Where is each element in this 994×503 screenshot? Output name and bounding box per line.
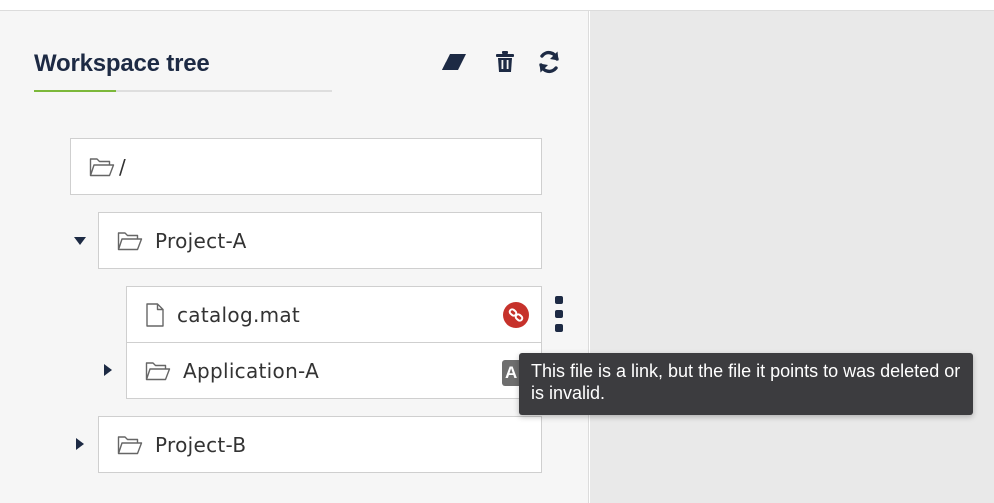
content-area [590,11,994,503]
broken-link-tooltip: This file is a link, but the file it poi… [519,353,973,415]
tree-node-root[interactable]: / [70,138,542,195]
tree-node-label: catalog.mat [177,302,301,327]
tree-node-project-a[interactable]: Project-A [98,212,542,269]
folder-open-icon [117,435,143,455]
broken-link-icon[interactable] [503,302,529,328]
folder-open-icon [117,231,143,251]
folder-open-icon [145,361,171,381]
tree-node-label: Application-A [183,358,320,383]
trash-icon [495,51,515,77]
clear-button[interactable] [440,50,468,78]
expand-caret-project-b[interactable] [72,436,88,452]
tree-node-project-b[interactable]: Project-B [98,416,542,473]
tree-node-catalog-mat[interactable]: catalog.mat [126,286,542,343]
panel-title: Workspace tree [34,50,210,77]
tree-node-application-a[interactable]: Application-A [126,342,542,399]
file-icon [145,302,165,327]
refresh-icon [537,50,561,78]
title-underline-accent [34,90,116,92]
more-options-icon[interactable] [552,296,566,332]
folder-open-icon [89,157,115,177]
tree-node-label: Project-A [155,228,247,253]
title-underline [34,90,332,92]
tree-node-label: Project-B [155,432,247,457]
expand-caret-application-a[interactable] [100,362,116,378]
delete-button[interactable] [491,50,519,78]
refresh-button[interactable] [535,50,563,78]
tree-node-label: / [119,154,127,179]
expand-caret-project-a[interactable] [72,233,88,249]
eraser-icon [441,52,467,76]
